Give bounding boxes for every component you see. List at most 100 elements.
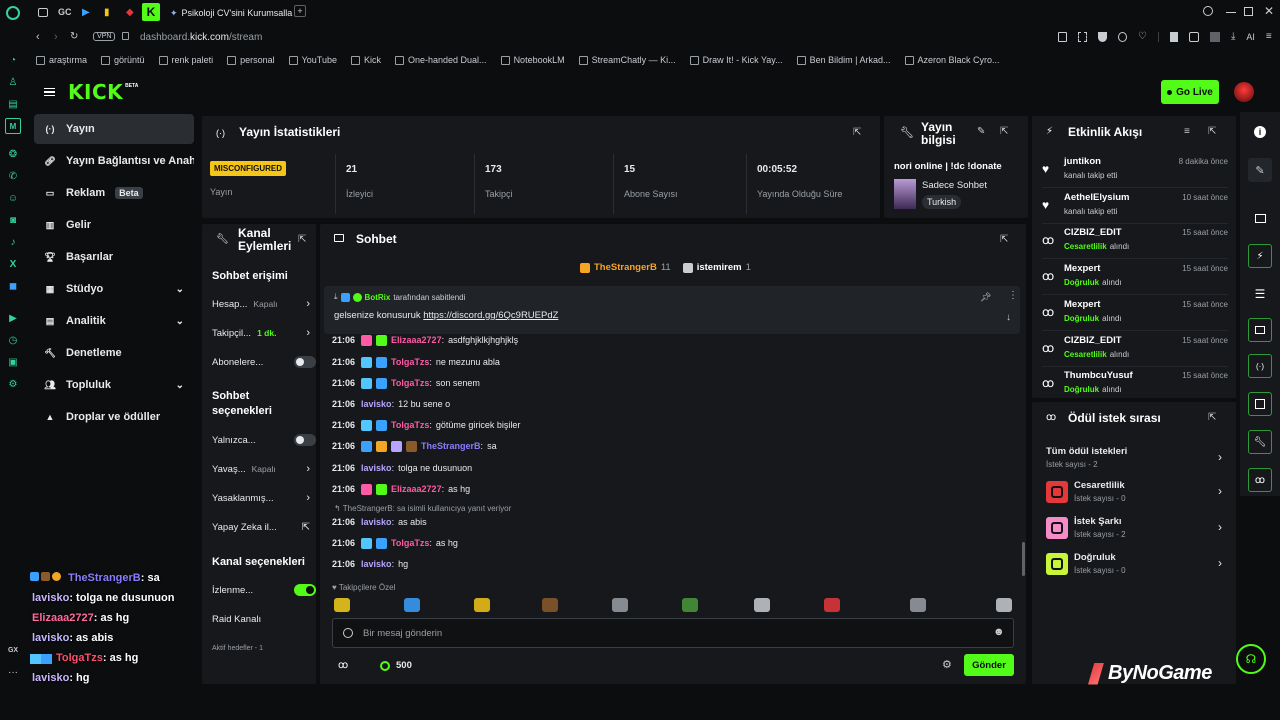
chat-input-box[interactable]: Bir mesaj gönderin ☻ xyxy=(332,618,1014,648)
chat-rail-icon[interactable] xyxy=(1248,318,1272,342)
edit-pencil-icon[interactable]: ✎ xyxy=(977,126,985,137)
nav-item-2[interactable]: 🔗︎ Yayın Bağlantısı ve Anahtarı xyxy=(34,146,194,176)
nav-item-1[interactable]: (·) Yayın xyxy=(34,114,194,144)
message-username[interactable]: TolgaTzs xyxy=(391,420,429,430)
download-icon[interactable]: ⤓ xyxy=(1231,32,1235,42)
reward-item[interactable]: İstek Şarkı İstek sayısı - 2 › xyxy=(1046,514,1222,544)
red-app-icon[interactable]: ◆ xyxy=(126,7,134,18)
category-thumbnail[interactable] xyxy=(894,179,916,209)
emote-icon[interactable] xyxy=(754,598,770,612)
nav-item-7[interactable]: ▤ Analitik ⌄ xyxy=(34,306,194,336)
send-button[interactable]: Gönder xyxy=(964,654,1014,676)
bookmark-item[interactable]: One-handed Dual... xyxy=(395,55,487,65)
broadcast-rail-icon[interactable]: (·) xyxy=(1248,354,1272,378)
opera-logo-icon[interactable] xyxy=(6,6,20,20)
forward-icon[interactable]: › xyxy=(54,31,58,43)
points-display[interactable]: 500 xyxy=(380,660,412,671)
channel-action-row[interactable]: Yapay Zeka il... ⇱ xyxy=(212,519,310,535)
back-icon[interactable]: ‹ xyxy=(36,31,40,43)
chat-message[interactable]: 21:06 lavisko: hg xyxy=(332,556,408,572)
all-rewards-row[interactable]: Tüm ödül istekleri İstek sayısı - 2 › xyxy=(1046,444,1222,472)
instagram-icon[interactable]: ◙ xyxy=(5,212,21,228)
event-item[interactable]: ꝏ CIZBIZ_EDIT Cesaretlilik alındı 15 saat ön… xyxy=(1042,333,1228,367)
message-username[interactable]: TheStrangerB xyxy=(421,441,481,451)
nav-item-5[interactable]: 🏆︎ Başarılar xyxy=(34,242,194,272)
gifter-1[interactable]: TheStrangerB 11 xyxy=(580,262,671,273)
clock-icon[interactable]: ◷ xyxy=(5,332,21,348)
popout-icon[interactable]: ⇱ xyxy=(1208,412,1216,423)
chat-message[interactable]: 21:06 lavisko: tolga ne dusunuon xyxy=(332,460,472,476)
edit-icon[interactable]: ✎ xyxy=(1248,158,1272,182)
aria-icon[interactable]: ♙ xyxy=(5,74,21,90)
chat-message[interactable]: 21:06 lavisko: as abis xyxy=(332,514,427,530)
bookmark-item[interactable]: Azeron Black Cyro... xyxy=(904,55,1000,65)
avatar[interactable] xyxy=(1234,82,1254,102)
bookmark-item[interactable]: renk paleti xyxy=(158,55,213,65)
vpn-badge[interactable]: VPN xyxy=(93,32,116,41)
nav-item-3[interactable]: ▭ Reklam Beta xyxy=(34,178,194,208)
event-item[interactable]: ♥ AethelElysium kanalı takip etti 10 saat ö… xyxy=(1042,190,1228,224)
bookmark-item[interactable]: görüntü xyxy=(101,55,145,65)
toggle-switch[interactable] xyxy=(294,356,316,368)
chat-message[interactable]: 21:06 Elizaaa2727: as hg xyxy=(332,481,470,497)
message-username[interactable]: lavisko xyxy=(361,463,392,473)
message-username[interactable]: Elizaaa2727 xyxy=(391,335,442,345)
info-icon[interactable]: i xyxy=(1248,120,1272,144)
reward-item[interactable]: Doğruluk İstek sayısı - 0 › xyxy=(1046,550,1222,580)
channel-action-row[interactable]: Abonelere... xyxy=(212,354,316,370)
pin-icon[interactable] xyxy=(1058,32,1067,42)
emote-icon[interactable] xyxy=(824,598,840,612)
send-icon[interactable] xyxy=(1118,32,1127,42)
messenger-m-icon[interactable]: M xyxy=(5,118,21,134)
chat-message[interactable]: 21:06 Elizaaa2727: asdfghjklkjhghjklş xyxy=(332,332,518,348)
new-tab-button[interactable]: + xyxy=(294,5,306,17)
chat-message[interactable]: 21:06 TolgaTzs: ne mezunu abla xyxy=(332,354,500,370)
search-icon[interactable] xyxy=(1203,6,1213,16)
wrench-rail-icon[interactable]: 🔧︎ xyxy=(1248,430,1272,454)
popout-icon[interactable]: ⇱ xyxy=(298,234,306,245)
emote-icon[interactable] xyxy=(612,598,628,612)
nav-item-6[interactable]: ▦ Stüdyo ⌄ xyxy=(34,274,194,304)
popout-icon[interactable]: ⇱ xyxy=(1208,126,1216,137)
x-icon[interactable]: X xyxy=(5,256,21,272)
category-name[interactable]: Sadece Sohbet xyxy=(922,180,987,191)
extensions-icon[interactable] xyxy=(1188,32,1199,42)
lightning-rail-icon[interactable]: ⚡︎ xyxy=(1248,244,1272,268)
bookmark-item[interactable]: Draw It! - Kick Yay... xyxy=(689,55,783,65)
settings-badge-icon[interactable] xyxy=(343,628,353,638)
box-icon[interactable]: ▣ xyxy=(5,354,21,370)
bookmark-item[interactable]: personal xyxy=(227,55,275,65)
ai-label[interactable]: AI xyxy=(1246,32,1255,42)
pen-icon[interactable] xyxy=(1209,32,1220,42)
popout-icon[interactable]: ⇱ xyxy=(1000,126,1008,137)
channel-action-row[interactable]: Aktif hedefler - 1 xyxy=(212,640,308,656)
bookmark-item[interactable]: YouTube xyxy=(288,55,337,65)
tiktok-icon[interactable]: ♪ xyxy=(5,234,21,250)
nav-item-9[interactable]: 👥︎ Topluluk ⌄ xyxy=(34,370,194,400)
unpin-icon[interactable]: 📌︎ xyxy=(980,292,991,303)
nav-item-8[interactable]: 🔨︎ Denetleme xyxy=(34,338,194,368)
close-window-icon[interactable]: ✕ xyxy=(1264,4,1274,18)
toggle-switch[interactable] xyxy=(294,584,316,596)
chat-message[interactable]: 21:06 TheStrangerB: sa xyxy=(332,438,497,454)
emote-icon[interactable] xyxy=(474,598,490,612)
bars-app-icon[interactable]: ▮ xyxy=(104,7,110,18)
settings-icon[interactable]: ⚙ xyxy=(5,376,21,392)
emote-icon[interactable] xyxy=(404,598,420,612)
emote-icon[interactable] xyxy=(542,598,558,612)
support-headset-button[interactable]: ☊ xyxy=(1236,644,1266,674)
chat-message[interactable]: 21:06 TolgaTzs: götüme giricek bişiler xyxy=(332,417,520,433)
event-item[interactable]: ꝏ CIZBIZ_EDIT Cesaretlilik alındı 15 saat ön… xyxy=(1042,225,1228,260)
gx-icon[interactable]: GX xyxy=(5,642,21,658)
snapshot-icon[interactable] xyxy=(1078,32,1087,42)
notes-icon[interactable]: ▤ xyxy=(5,96,21,112)
kick-tab-icon[interactable]: K xyxy=(142,3,160,21)
nav-item-4[interactable]: ▥ Gelir xyxy=(34,210,194,240)
bookmark-item[interactable]: araştırma xyxy=(36,55,87,65)
reward-rail-icon[interactable]: ꝏ xyxy=(1248,468,1272,492)
chat-message[interactable]: 21:06 lavisko:12 bu sene o xyxy=(332,396,450,412)
emote-icon[interactable] xyxy=(910,598,926,612)
more-options-icon[interactable]: ⋮ xyxy=(1008,290,1018,301)
layout-icon[interactable] xyxy=(1248,206,1272,230)
workspaces-icon[interactable] xyxy=(38,8,48,17)
